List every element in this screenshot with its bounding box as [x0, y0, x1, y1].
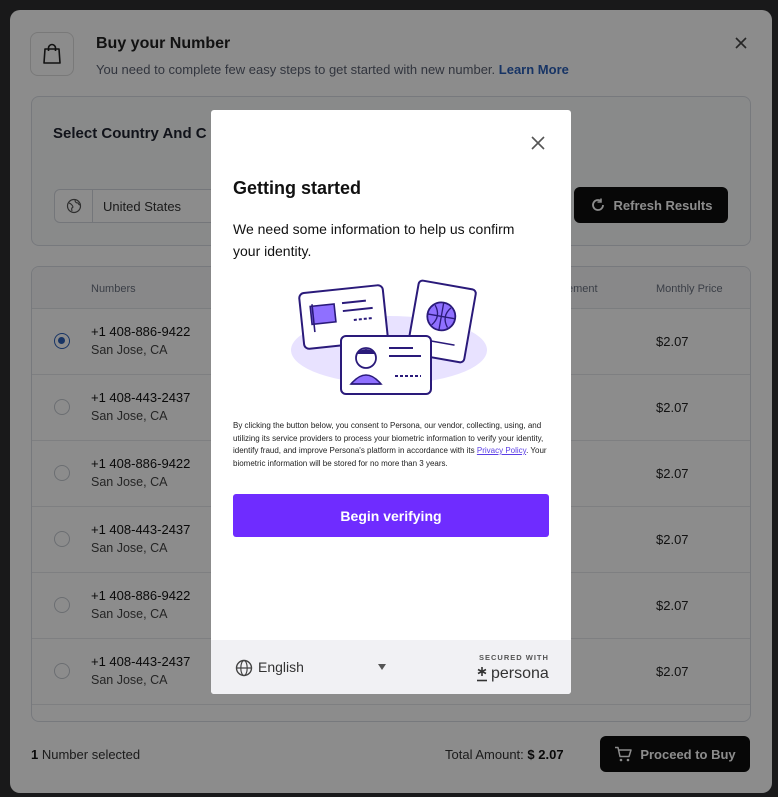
- close-icon[interactable]: [529, 134, 547, 152]
- secured-with-label: SECURED WITH: [479, 653, 549, 662]
- language-select[interactable]: English: [258, 659, 304, 675]
- privacy-policy-link[interactable]: Privacy Policy: [477, 446, 526, 455]
- consent-text: By clicking the button below, you consen…: [233, 420, 551, 470]
- modal-description: We need some information to help us conf…: [233, 221, 515, 259]
- persona-brand-text: persona: [491, 665, 549, 682]
- modal-title: Getting started: [233, 178, 362, 198]
- modal-footer: English SECURED WITH persona: [211, 640, 571, 694]
- persona-logo: persona: [476, 665, 549, 683]
- persona-asterisk-icon: [477, 667, 487, 682]
- begin-verifying-button[interactable]: Begin verifying: [233, 494, 549, 537]
- persona-verification-modal: Getting started We need some information…: [211, 110, 571, 694]
- id-documents-illustration: [291, 279, 487, 395]
- chevron-down-icon[interactable]: [378, 664, 386, 670]
- globe-icon: [235, 659, 253, 677]
